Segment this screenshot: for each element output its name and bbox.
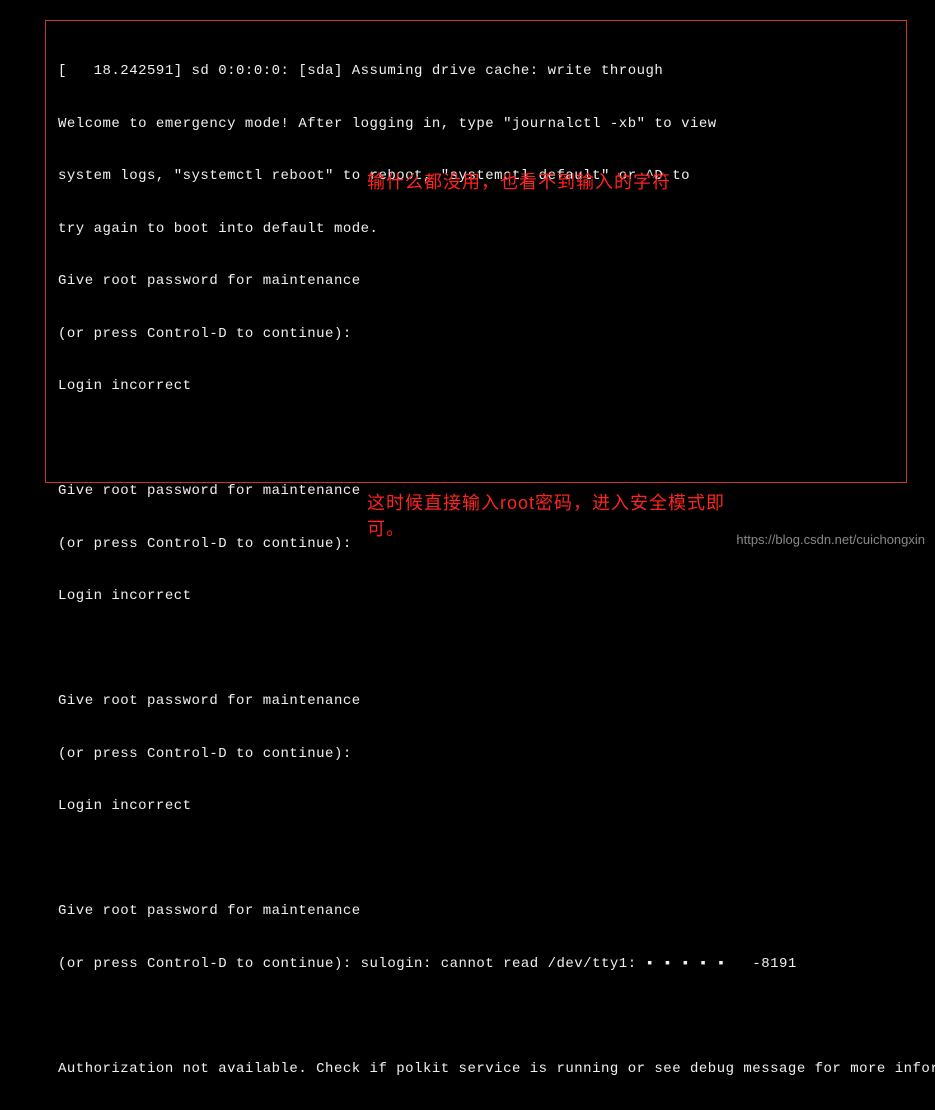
terminal-line: Authorization not available. Check if po… (58, 1061, 908, 1079)
terminal-line (58, 851, 908, 869)
terminal-line: (or press Control-D to continue): sulogi… (58, 956, 908, 974)
terminal-line: [ 18.242591] sd 0:0:0:0: [sda] Assuming … (58, 63, 908, 81)
terminal-line (58, 431, 908, 449)
annotation-top: 输什么都没用，也看不到输入的字符 (367, 168, 671, 194)
terminal-line: Login incorrect (58, 798, 908, 816)
terminal-line: Give root password for maintenance (58, 273, 908, 291)
terminal-line: Give root password for maintenance (58, 693, 908, 711)
terminal-line (58, 641, 908, 659)
annotation-bottom-line1: 这时候直接输入root密码，进入安全模式即 (367, 493, 725, 513)
watermark-text: https://blog.csdn.net/cuichongxin (736, 532, 925, 547)
terminal-line: Login incorrect (58, 378, 908, 396)
terminal-line (58, 1008, 908, 1026)
terminal-line: Login incorrect (58, 588, 908, 606)
terminal-line: (or press Control-D to continue): (58, 326, 908, 344)
annotation-bottom: 这时候直接输入root密码，进入安全模式即 可。 (367, 490, 725, 542)
terminal-line: Welcome to emergency mode! After logging… (58, 116, 908, 134)
terminal-line: Give root password for maintenance (58, 903, 908, 921)
terminal-line: (or press Control-D to continue): (58, 746, 908, 764)
annotation-bottom-line2: 可。 (367, 519, 405, 539)
terminal-line: try again to boot into default mode. (58, 221, 908, 239)
